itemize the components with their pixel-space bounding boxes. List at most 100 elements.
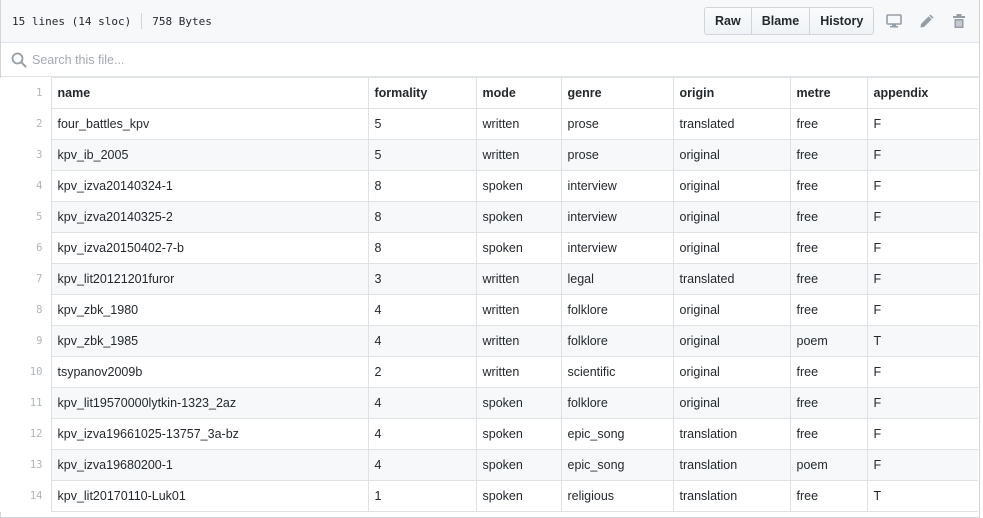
table-cell: original: [672, 294, 791, 326]
table-cell: spoken: [475, 418, 562, 450]
table-cell: original: [672, 170, 791, 202]
line-number[interactable]: 6: [0, 232, 52, 264]
table-row: 4 kpv_izva20140324-1 8 spoken interview origi…: [0, 170, 978, 202]
table-cell: spoken: [475, 170, 562, 202]
divider: [141, 13, 143, 29]
table-cell: 1: [367, 480, 477, 512]
line-number[interactable]: 8: [0, 294, 52, 326]
raw-button[interactable]: Raw: [704, 7, 752, 35]
table-row: 3 kpv_ib_2005 5 written prose original free F: [0, 139, 978, 171]
table-cell: written: [475, 108, 562, 140]
table-cell: free: [789, 139, 868, 171]
table-cell: kpv_izva20140324-1: [50, 170, 369, 202]
table-cell: legal: [560, 263, 674, 295]
table-row: 14 kpv_lit20170110-Luk01 1 spoken religious t…: [0, 480, 978, 512]
table-cell: F: [866, 263, 978, 295]
table-cell: kpv_izva19661025-13757_3a-bz: [50, 418, 369, 450]
table-row: 5 kpv_izva20140325-2 8 spoken interview origi…: [0, 201, 978, 233]
search-input[interactable]: [32, 49, 932, 71]
table-cell: kpv_lit19570000lytkin-1323_2az: [50, 387, 369, 419]
table-cell: 4: [367, 325, 477, 357]
table-cell: F: [866, 387, 978, 419]
history-button[interactable]: History: [810, 7, 875, 35]
table-cell: F: [866, 201, 978, 233]
table-cell: translation: [672, 418, 791, 450]
table-cell: free: [789, 201, 868, 233]
table-cell: kpv_ib_2005: [50, 139, 369, 171]
table-cell: 5: [367, 108, 477, 140]
table-row: 11 kpv_lit19570000lytkin-1323_2az 4 spoken f…: [0, 387, 978, 419]
line-number[interactable]: 12: [0, 418, 52, 450]
desktop-icon[interactable]: [885, 12, 903, 30]
table-cell: interview: [560, 232, 674, 264]
table-cell: free: [789, 263, 868, 295]
table-cell: original: [672, 232, 791, 264]
line-number[interactable]: 9: [0, 325, 52, 357]
table-cell: free: [789, 480, 868, 512]
line-number[interactable]: 14: [0, 480, 52, 512]
table-cell: free: [789, 294, 868, 326]
line-number[interactable]: 2: [0, 108, 52, 140]
table-cell: kpv_izva19680200-1: [50, 449, 369, 481]
table-cell: 4: [367, 294, 477, 326]
table-cell: scientific: [560, 356, 674, 388]
table-row: 13 kpv_izva19680200-1 4 spoken epic_song tran…: [0, 449, 978, 481]
csv-table: 1 name formality mode genre origin metre…: [0, 77, 978, 512]
file-search: [1, 43, 979, 77]
table-cell: poem: [789, 325, 868, 357]
table-cell: prose: [560, 108, 674, 140]
table-cell: original: [672, 356, 791, 388]
table-row: 10 tsypanov2009b 2 written scientific origina…: [0, 356, 978, 388]
table-cell: F: [866, 418, 978, 450]
column-header: mode: [475, 77, 562, 109]
table-cell: free: [789, 356, 868, 388]
table-cell: free: [789, 232, 868, 264]
line-number[interactable]: 3: [0, 139, 52, 171]
line-number[interactable]: 5: [0, 201, 52, 233]
line-number[interactable]: 11: [0, 387, 52, 419]
table-cell: free: [789, 170, 868, 202]
table-cell: spoken: [475, 449, 562, 481]
table-cell: kpv_izva20150402-7-b: [50, 232, 369, 264]
table-header-row: 1 name formality mode genre origin metre…: [0, 77, 978, 109]
table-row: 9 kpv_zbk_1985 4 written folklore original poe…: [0, 325, 978, 357]
table-cell: translation: [672, 449, 791, 481]
table-cell: original: [672, 387, 791, 419]
table-cell: written: [475, 325, 562, 357]
table-cell: epic_song: [560, 418, 674, 450]
line-number[interactable]: 10: [0, 356, 52, 388]
table-cell: F: [866, 108, 978, 140]
column-header: appendix: [866, 77, 978, 109]
table-cell: kpv_lit20121201furor: [50, 263, 369, 295]
line-number[interactable]: 13: [0, 449, 52, 481]
line-number[interactable]: 1: [0, 77, 52, 109]
line-number[interactable]: 7: [0, 263, 52, 295]
table-cell: poem: [789, 449, 868, 481]
table-row: 6 kpv_izva20150402-7-b 8 spoken interview ori…: [0, 232, 978, 264]
table-cell: 4: [367, 387, 477, 419]
table-cell: translation: [672, 480, 791, 512]
table-row: 2 four_battles_kpv 5 written prose translated…: [0, 108, 978, 140]
file-header: 15 lines (14 sloc) 758 Bytes Raw Blame H…: [1, 0, 979, 43]
blame-button[interactable]: Blame: [751, 7, 811, 35]
table-cell: T: [866, 325, 978, 357]
file-size: 758 Bytes: [152, 14, 212, 28]
table-cell: four_battles_kpv: [50, 108, 369, 140]
table-cell: interview: [560, 201, 674, 233]
table-cell: translated: [672, 108, 791, 140]
table-cell: spoken: [475, 480, 562, 512]
column-header: metre: [789, 77, 868, 109]
line-number[interactable]: 4: [0, 170, 52, 202]
table-cell: religious: [560, 480, 674, 512]
pencil-icon[interactable]: [918, 12, 936, 30]
table-cell: kpv_lit20170110-Luk01: [50, 480, 369, 512]
lines-info: 15 lines (14 sloc): [12, 14, 132, 28]
column-header: genre: [560, 77, 674, 109]
table-cell: interview: [560, 170, 674, 202]
table-cell: T: [866, 480, 978, 512]
table-cell: original: [672, 201, 791, 233]
table-cell: 8: [367, 232, 477, 264]
table-cell: translated: [672, 263, 791, 295]
trash-icon[interactable]: [950, 12, 968, 30]
table-cell: free: [789, 387, 868, 419]
